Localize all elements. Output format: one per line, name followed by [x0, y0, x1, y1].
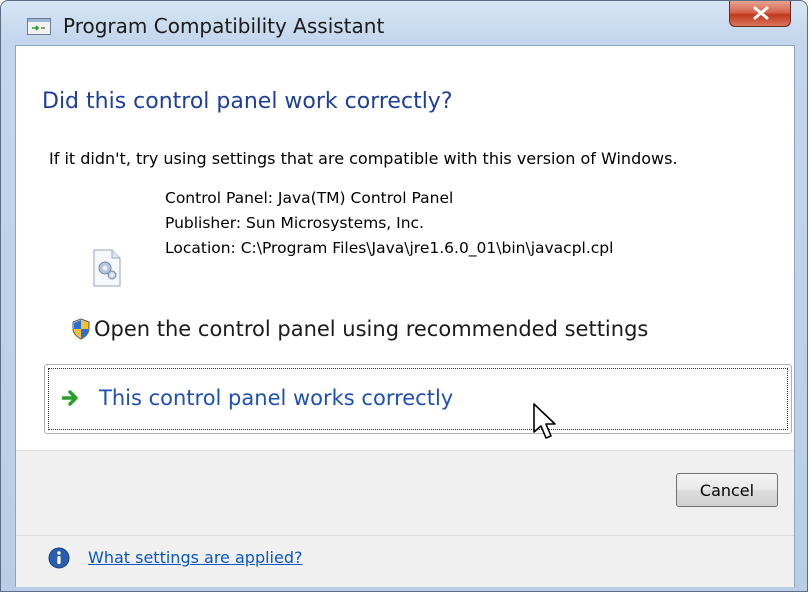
open-recommended-settings-label: Open the control panel using recommended…	[94, 317, 649, 341]
dialog-footer: Cancel What settings are applied?	[16, 450, 794, 587]
program-compatibility-window: Program Compatibility Assistant Did this…	[0, 0, 808, 592]
uac-shield-icon	[72, 318, 90, 340]
window-title: Program Compatibility Assistant	[63, 14, 385, 38]
dialog-instruction: If it didn't, try using settings that ar…	[49, 149, 678, 168]
what-settings-applied-link[interactable]: What settings are applied?	[88, 547, 302, 569]
cancel-button[interactable]: Cancel	[676, 473, 778, 507]
close-button[interactable]	[729, 1, 791, 27]
info-icon	[48, 547, 70, 569]
dialog-heading: Did this control panel work correctly?	[42, 89, 453, 114]
dialog-client-area: Did this control panel work correctly? I…	[15, 45, 795, 587]
open-recommended-settings-option[interactable]: Open the control panel using recommended…	[48, 308, 788, 348]
program-details: Control Panel: Java(TM) Control Panel Pu…	[165, 186, 613, 261]
app-window-icon	[27, 18, 51, 35]
cpl-file-icon	[93, 249, 121, 287]
publisher-name: Publisher: Sun Microsystems, Inc.	[165, 214, 424, 232]
control-panel-name: Control Panel: Java(TM) Control Panel	[165, 189, 454, 207]
mouse-cursor-icon	[533, 403, 556, 439]
title-bar[interactable]: Program Compatibility Assistant	[1, 1, 807, 38]
footer-divider	[16, 535, 794, 536]
green-arrow-icon	[62, 390, 78, 406]
close-icon	[753, 6, 769, 20]
works-correctly-label: This control panel works correctly	[99, 386, 454, 410]
file-location: Location: C:\Program Files\Java\jre1.6.0…	[165, 239, 614, 257]
works-correctly-option[interactable]: This control panel works correctly	[44, 364, 792, 434]
